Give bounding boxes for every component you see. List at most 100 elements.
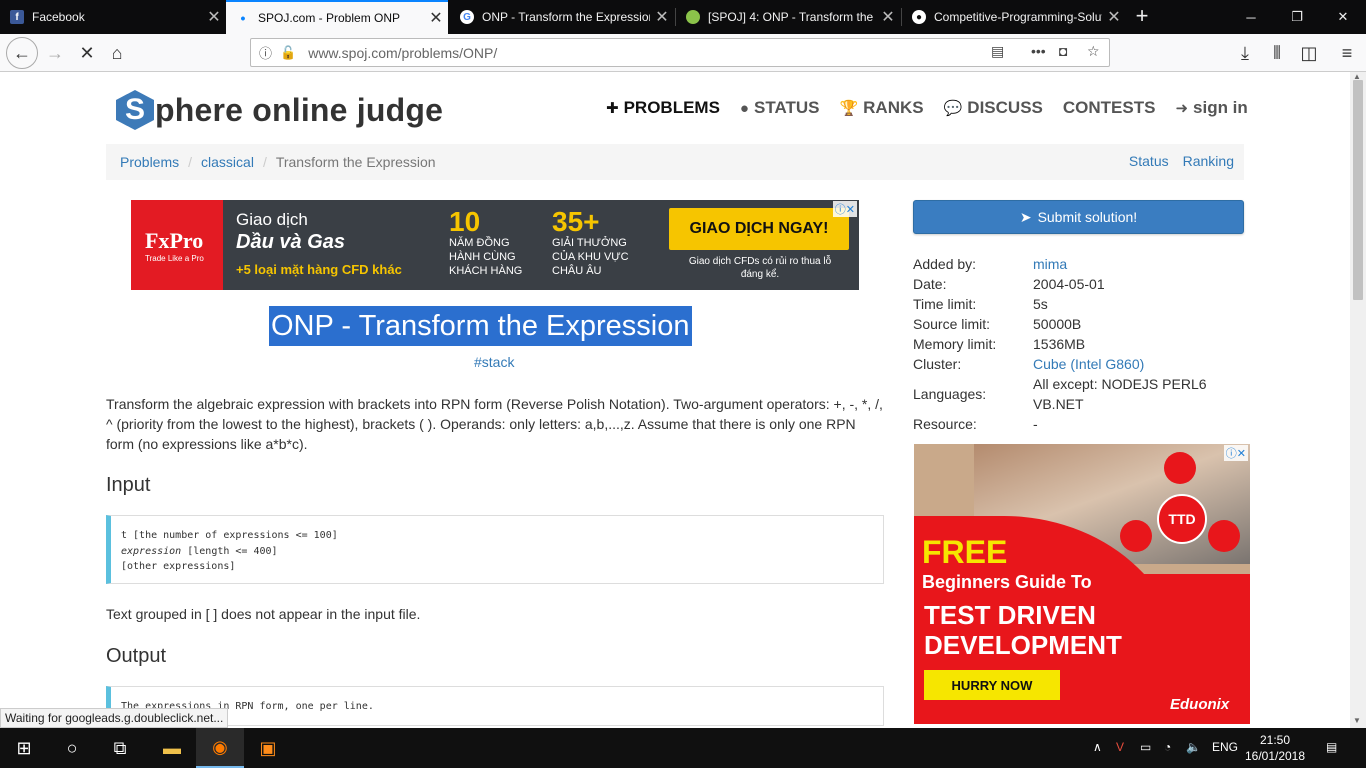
tab-google-onp[interactable]: G ONP - Transform the Expression ✕ (450, 0, 674, 34)
windows-taskbar: ⊞ ○ ⧉ ▬ ◉ ▣ ∧ V ▭ ◔ 🔈 ENG 21:50 16/01/20… (0, 728, 1366, 768)
author-link[interactable]: mima (1033, 254, 1244, 274)
ad-tdd-text: TEST DRIVEN DEVELOPMENT (924, 600, 1122, 660)
tab-spoj-blog[interactable]: [SPOJ] 4: ONP - Transform the Expression… (676, 0, 900, 34)
info-value: - (1033, 416, 1038, 432)
insecure-lock-icon[interactable]: 🔓 (280, 45, 296, 61)
loading-dot-icon: • (240, 10, 246, 26)
battery-icon[interactable]: ▭ (1140, 740, 1151, 754)
spoj-logo[interactable]: S phere online judge (116, 90, 443, 130)
main-nav: ✚ PROBLEMS ● STATUS 🏆 RANKS 💬 DISCUSS CO… (606, 98, 1248, 118)
menu-icon[interactable]: ≡ (1332, 38, 1362, 68)
breadcrumb-current: Transform the Expression (275, 154, 436, 170)
nav-label: RANKS (863, 98, 924, 117)
reader-view-icon[interactable]: ▤ (991, 43, 1004, 60)
browser-toolbar: ← → ✕ ⌂ ⓘ 🔓 www.spoj.com/problems/ONP/ ▤… (0, 34, 1366, 72)
info-row: Added by: mima (913, 254, 1244, 274)
tab-title: ONP - Transform the Expression (482, 10, 650, 24)
firefox-icon[interactable]: ◉ (196, 728, 244, 768)
tab-title: SPOJ.com - Problem ONP (258, 11, 401, 25)
pocket-icon[interactable]: ◘ (1059, 43, 1067, 59)
nav-problems[interactable]: ✚ PROBLEMS (606, 98, 720, 118)
notifications-icon[interactable]: ▤ (1326, 740, 1337, 754)
file-explorer-icon[interactable]: ▬ (148, 728, 196, 768)
info-row: Languages: All except: NODEJS PERL6 VB.NE… (913, 374, 1244, 414)
breadcrumb: Problems / classical / Transform the Exp… (106, 144, 1244, 180)
info-value: 50000B (1033, 316, 1082, 332)
tab-spoj-onp[interactable]: • SPOJ.com - Problem ONP ✕ (226, 0, 448, 34)
nav-status[interactable]: ● STATUS (740, 98, 820, 118)
cortana-search-icon[interactable]: ○ (48, 728, 96, 768)
ad-close-icon[interactable]: ⓘ✕ (1223, 445, 1248, 461)
info-icon[interactable]: ⓘ (259, 43, 272, 62)
clock[interactable]: 21:50 16/01/2018 (1244, 732, 1306, 764)
ad-free-text: FREE (922, 534, 1008, 570)
scroll-down-icon[interactable]: ▼ (1353, 716, 1361, 725)
ad-tdd-line2: DEVELOPMENT (924, 630, 1122, 660)
google-favicon-icon: G (460, 10, 474, 24)
breadcrumb-classical[interactable]: classical (201, 154, 254, 170)
nav-label: DISCUSS (967, 98, 1043, 117)
eduonix-sidebar-ad[interactable]: TTD FREE Beginners Guide To TEST DRIVEN … (914, 444, 1250, 724)
nav-label: STATUS (753, 98, 820, 117)
info-value: All except: NODEJS PERL6 VB.NET (1033, 376, 1207, 412)
page-actions-icon[interactable]: ••• (1031, 43, 1046, 59)
info-value: 5s (1033, 296, 1048, 312)
cluster-link[interactable]: Cube (Intel G860) (1033, 354, 1244, 374)
tray-chevron-icon[interactable]: ∧ (1093, 740, 1102, 754)
tab-close-icon[interactable]: ✕ (202, 7, 226, 27)
status-link[interactable]: Status (1129, 153, 1169, 169)
new-tab-button[interactable]: + (1130, 4, 1154, 30)
language-indicator[interactable]: ENG (1212, 740, 1238, 754)
nav-ranks[interactable]: 🏆 RANKS (839, 98, 923, 118)
tab-close-icon[interactable]: ✕ (424, 8, 448, 28)
input-line: expression [length <= 400] (121, 544, 873, 560)
minimize-button[interactable]: ─ (1228, 0, 1274, 34)
tag-link[interactable]: #stack (474, 354, 514, 370)
tab-close-icon[interactable]: ✕ (876, 7, 900, 27)
info-row: Time limit: 5s (913, 294, 1244, 314)
tab-close-icon[interactable]: ✕ (1102, 7, 1126, 27)
submit-label: Submit solution! (1037, 209, 1138, 225)
hurry-now-button[interactable]: HURRY NOW (924, 670, 1060, 700)
task-view-icon[interactable]: ⧉ (96, 728, 144, 768)
downloads-icon[interactable]: ⤓ (1230, 38, 1260, 68)
ad-line2: Dầu và Gas (236, 231, 345, 253)
input-heading: Input (106, 474, 151, 496)
back-button[interactable]: ← (6, 37, 38, 69)
fxpro-tagline: Trade Like a Pro (145, 254, 204, 263)
page-scrollbar[interactable]: ▲ ▼ (1350, 72, 1366, 728)
page-title: ONP - Transform the Expression (269, 306, 692, 346)
home-button[interactable]: ⌂ (102, 38, 132, 68)
scrollbar-thumb[interactable] (1353, 80, 1363, 300)
app-icon[interactable]: ▣ (244, 728, 292, 768)
start-button[interactable]: ⊞ (0, 728, 48, 768)
close-window-button[interactable]: ✕ (1320, 0, 1366, 34)
library-icon[interactable]: ⫴ (1262, 38, 1292, 68)
ad-tdd-line1: TEST DRIVEN (924, 600, 1096, 630)
nav-discuss[interactable]: 💬 DISCUSS (944, 98, 1043, 118)
nav-contests[interactable]: CONTESTS (1063, 98, 1156, 118)
clock-date: 16/01/2018 (1244, 749, 1306, 763)
volume-icon[interactable]: 🔈 (1186, 740, 1201, 754)
ranking-link[interactable]: Ranking (1183, 153, 1234, 169)
fxpro-banner-ad[interactable]: FxPro Trade Like a Pro Giao dịch Dầu và … (131, 200, 859, 290)
submit-solution-button[interactable]: ➤ Submit solution! (913, 200, 1244, 234)
breadcrumb-problems[interactable]: Problems (120, 154, 179, 170)
restore-button[interactable]: ❐ (1274, 0, 1320, 34)
forward-button[interactable]: → (40, 38, 70, 68)
github-favicon-icon: ● (912, 10, 926, 24)
url-text: www.spoj.com/problems/ONP/ (308, 44, 498, 61)
address-bar[interactable]: ⓘ 🔓 www.spoj.com/problems/ONP/ ▤ ••• ◘ ☆ (250, 38, 1110, 67)
tray-app-icon[interactable]: V (1116, 740, 1124, 754)
wifi-icon[interactable]: ◔ (1164, 740, 1171, 754)
ad-cta-button[interactable]: GIAO DỊCH NGAY! (669, 208, 849, 250)
ad-close-icon[interactable]: ⓘ✕ (832, 201, 857, 217)
tab-facebook[interactable]: f Facebook ✕ (0, 0, 226, 34)
stop-button[interactable]: ✕ (72, 38, 102, 68)
tab-title: [SPOJ] 4: ONP - Transform the Expression (708, 10, 876, 24)
bookmark-star-icon[interactable]: ☆ (1087, 43, 1100, 60)
tab-close-icon[interactable]: ✕ (650, 7, 674, 27)
sidebar-icon[interactable]: ◫ (1294, 38, 1324, 68)
tab-github[interactable]: ● Competitive-Programming-Solutions ✕ (902, 0, 1126, 34)
nav-sign-in[interactable]: ➜ sign in (1175, 98, 1247, 118)
